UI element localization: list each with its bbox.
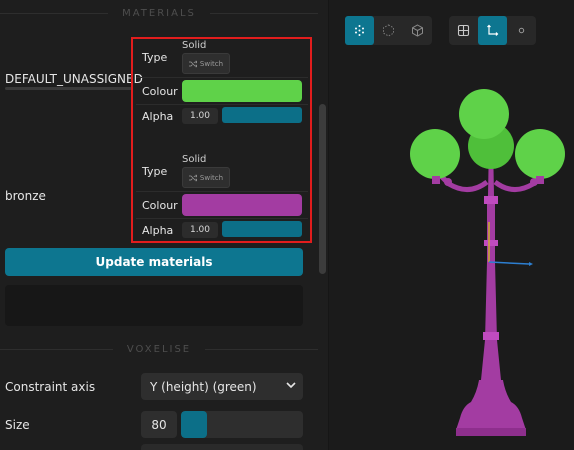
size-label: Size <box>5 418 30 432</box>
grid-icon <box>457 24 470 37</box>
type-label: Type <box>142 51 168 64</box>
lamp-column <box>481 200 501 380</box>
view-mode-toolbar <box>345 16 432 45</box>
toggle-axes-button[interactable] <box>478 16 507 45</box>
mesh-cube-icon <box>412 24 423 37</box>
lamp-globe-left <box>410 129 460 179</box>
colour-label: Colour <box>142 85 178 98</box>
lamp-arm-finial <box>444 178 452 186</box>
materials-section-title: MATERIALS <box>122 8 196 19</box>
voxelise-section-title: VOXELISE <box>126 344 192 355</box>
panel-scrollbar[interactable] <box>319 104 326 274</box>
material-name-underline <box>5 87 133 90</box>
lamp-post-model <box>410 89 565 436</box>
message-box <box>5 285 303 326</box>
alpha-slider[interactable] <box>222 221 302 237</box>
divider <box>136 218 308 219</box>
switch-label: Switch <box>199 173 224 182</box>
colour-label: Colour <box>142 199 178 212</box>
lamp-globe-right <box>515 129 565 179</box>
axes-icon <box>487 24 499 36</box>
colour-swatch[interactable] <box>182 80 302 102</box>
voxel-view-button[interactable] <box>374 16 403 45</box>
alpha-label: Alpha <box>142 110 174 123</box>
shuffle-icon <box>188 60 197 67</box>
alpha-input[interactable]: 1.00 <box>182 108 218 124</box>
switch-label: Switch <box>199 59 224 68</box>
voxel-points-view-button[interactable] <box>345 16 374 45</box>
next-field[interactable] <box>141 444 303 450</box>
constraint-axis-value: Y (height) (green) <box>150 379 257 394</box>
material-name-default-unassigned: DEFAULT_UNASSIGNED <box>5 72 143 86</box>
lamp-column-ring <box>484 240 498 246</box>
voxel-points-icon <box>355 25 364 36</box>
settings-panel: MATERIALS DEFAULT_UNASSIGNED Type Solid … <box>0 0 318 450</box>
materials-section-header: MATERIALS <box>0 8 318 19</box>
lamp-column-ring <box>484 196 498 204</box>
size-slider[interactable] <box>181 411 303 438</box>
lamp-column-ring <box>483 332 499 340</box>
gizmo-z-arrow <box>529 262 533 266</box>
lamp-base <box>456 380 526 430</box>
shuffle-icon <box>188 174 197 181</box>
type-label: Type <box>142 165 168 178</box>
update-materials-button[interactable]: Update materials <box>5 248 303 276</box>
lamp-base-plinth <box>456 428 526 436</box>
lamp-globe-holder <box>432 176 440 184</box>
colour-swatch[interactable] <box>182 194 302 216</box>
lamp-globe-top <box>459 89 509 139</box>
type-value: Solid <box>182 40 207 51</box>
alpha-slider[interactable] <box>222 107 302 123</box>
constraint-axis-label: Constraint axis <box>5 380 96 394</box>
toggle-pivot-button[interactable] <box>507 16 536 45</box>
alpha-input[interactable]: 1.00 <box>182 222 218 238</box>
lamp-globe-holder <box>536 176 544 184</box>
voxelise-section-header: VOXELISE <box>0 344 318 355</box>
divider <box>136 77 308 78</box>
divider <box>136 104 308 105</box>
pivot-dot-icon <box>518 27 525 34</box>
switch-type-button[interactable]: Switch <box>182 53 230 74</box>
type-value: Solid <box>182 154 207 165</box>
helpers-toolbar <box>449 16 536 45</box>
chevron-down-icon <box>286 382 296 389</box>
toggle-grid-button[interactable] <box>449 16 478 45</box>
3d-viewport[interactable] <box>329 0 574 450</box>
material-name-bronze: bronze <box>5 189 46 203</box>
size-input[interactable]: 80 <box>141 411 177 438</box>
divider <box>136 191 308 192</box>
switch-type-button[interactable]: Switch <box>182 167 230 188</box>
alpha-label: Alpha <box>142 224 174 237</box>
size-slider-fill <box>181 411 207 438</box>
mesh-view-button[interactable] <box>403 16 432 45</box>
constraint-axis-select[interactable]: Y (height) (green) <box>141 373 303 400</box>
voxel-cube-dotted-icon <box>383 24 394 37</box>
